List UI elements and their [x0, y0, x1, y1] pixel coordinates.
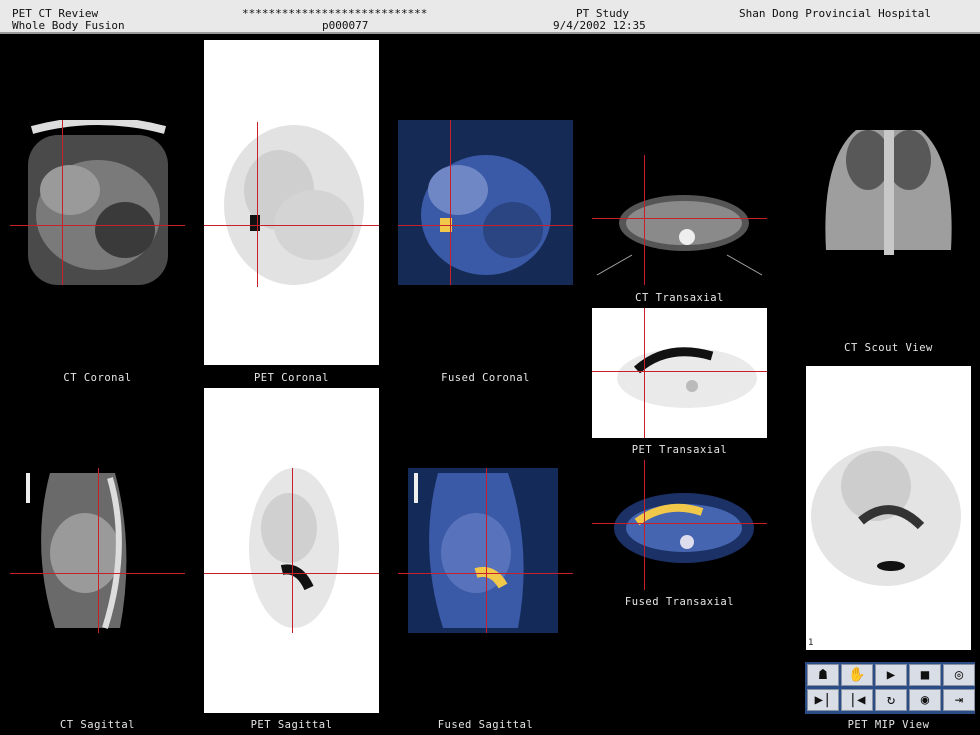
- fused-coronal-image: [398, 120, 573, 285]
- ct-transaxial-image: [596, 195, 763, 276]
- pet-transaxial-view[interactable]: [592, 308, 767, 438]
- pet-sagittal-label: PET Sagittal: [250, 719, 333, 731]
- crosshair-horizontal: [204, 225, 379, 226]
- crosshair-horizontal: [592, 371, 767, 372]
- ct-sagittal-label: CT Sagittal: [59, 719, 136, 731]
- anatomy-icon[interactable]: ☗: [807, 664, 839, 686]
- fused-transaxial-image: [614, 493, 754, 563]
- pet-sagittal-view[interactable]: [204, 388, 379, 713]
- ct-scout-label: CT Scout View: [844, 342, 933, 354]
- ct-transaxial-view[interactable]: [592, 155, 767, 285]
- cine-toolbar: ☗ ✋ ▶ ■ ◎ ▶| |◀ ↻ ◉ ⇥: [805, 662, 975, 714]
- crosshair-vertical: [292, 468, 293, 633]
- fused-sagittal-view[interactable]: [398, 468, 573, 633]
- fused-coronal-view[interactable]: [398, 120, 573, 285]
- crosshair-horizontal: [592, 218, 767, 219]
- hospital-name: Shan Dong Provincial Hospital: [739, 7, 932, 20]
- ct-scout-image: [825, 130, 952, 255]
- fused-coronal-label: Fused Coronal: [441, 372, 530, 384]
- crosshair-horizontal: [592, 523, 767, 524]
- crosshair-horizontal: [10, 573, 185, 574]
- hand-icon[interactable]: ✋: [841, 664, 873, 686]
- skip-end-icon[interactable]: ▶|: [807, 689, 839, 711]
- target-icon[interactable]: ◎: [943, 664, 975, 686]
- ct-coronal-view[interactable]: [10, 120, 185, 285]
- mip-index: 1: [808, 638, 814, 648]
- play-icon[interactable]: ▶: [875, 664, 907, 686]
- pet-transaxial-image: [617, 347, 757, 408]
- fused-transaxial-label: Fused Transaxial: [624, 596, 735, 608]
- header-bar: PET CT Review Whole Body Fusion ********…: [0, 0, 980, 34]
- ct-transaxial-label: CT Transaxial: [635, 292, 724, 304]
- fused-sagittal-label: Fused Sagittal: [437, 719, 534, 731]
- crosshair-horizontal: [398, 573, 573, 574]
- ct-scout-view[interactable]: [806, 120, 971, 255]
- ct-sagittal-view[interactable]: [10, 468, 185, 633]
- stop-icon[interactable]: ■: [909, 664, 941, 686]
- spiral-icon[interactable]: ◉: [909, 689, 941, 711]
- pet-mip-image: [811, 446, 961, 586]
- rotate-icon[interactable]: ↻: [875, 689, 907, 711]
- crosshair-vertical: [486, 468, 487, 633]
- pet-coronal-view[interactable]: [204, 40, 379, 365]
- pet-mip-view[interactable]: 1: [806, 366, 971, 650]
- crosshair-horizontal: [398, 225, 573, 226]
- crosshair-horizontal: [204, 573, 379, 574]
- pet-coronal-label: PET Coronal: [253, 372, 330, 384]
- skip-start-icon[interactable]: |◀: [841, 689, 873, 711]
- crosshair-vertical: [644, 155, 645, 285]
- crosshair-vertical: [98, 468, 99, 633]
- patient-id: p000077: [322, 19, 369, 32]
- crosshair-vertical: [450, 120, 451, 285]
- pet-mip-label: PET MIP View: [847, 719, 930, 731]
- ct-coronal-image: [28, 120, 168, 285]
- app-subtitle: Whole Body Fusion: [12, 19, 125, 32]
- crosshair-vertical: [62, 120, 63, 285]
- crosshair-vertical: [644, 460, 645, 590]
- fused-transaxial-view[interactable]: [592, 460, 767, 590]
- study-datetime: 9/4/2002 12:35: [553, 19, 646, 32]
- crosshair-vertical: [644, 308, 645, 438]
- crosshair-vertical: [257, 122, 258, 287]
- pet-coronal-image: [224, 125, 364, 285]
- crosshair-horizontal: [10, 225, 185, 226]
- ct-coronal-label: CT Coronal: [63, 372, 132, 384]
- pet-transaxial-label: PET Transaxial: [631, 444, 728, 456]
- export-icon[interactable]: ⇥: [943, 689, 975, 711]
